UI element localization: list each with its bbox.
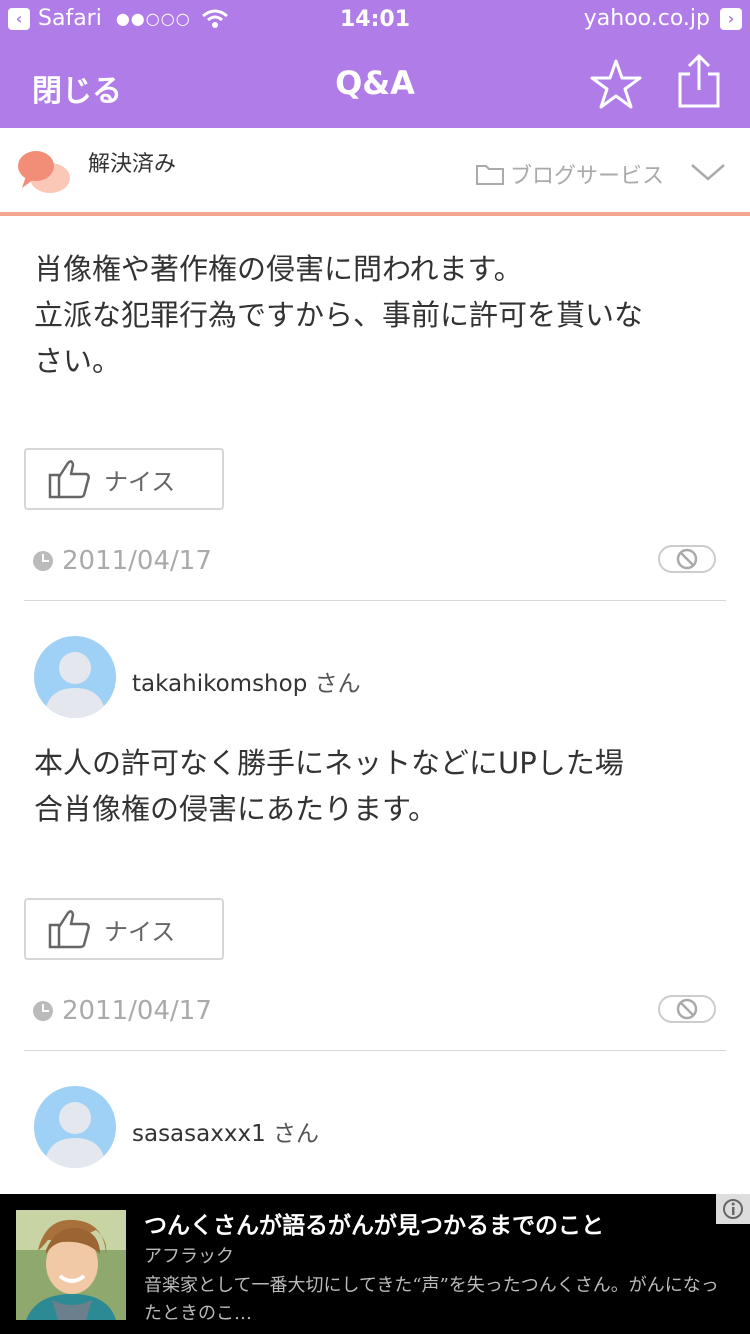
info-icon	[723, 1199, 743, 1219]
domain-label[interactable]: yahoo.co.jp	[584, 6, 710, 31]
avatar[interactable]	[34, 1086, 116, 1168]
default-user-icon	[34, 1086, 116, 1168]
folder-icon	[476, 165, 504, 185]
close-button[interactable]: 閉じる	[32, 66, 122, 110]
answer-line: さい。	[34, 344, 122, 378]
answer-date: 2011/04/17	[32, 996, 212, 1026]
chevron-down-icon[interactable]	[690, 162, 726, 182]
answer-text: 肖像権や著作権の侵害に問われます。 立派な犯罪行為ですから、事前に許可を貰いな …	[34, 246, 714, 384]
user-name[interactable]: takahikomshop さん	[132, 664, 361, 698]
status-right: yahoo.co.jp ›	[584, 6, 742, 31]
answer-line: 本人の許可なく勝手にネットなどにUPした場	[34, 746, 624, 780]
share-icon[interactable]	[676, 54, 722, 110]
avatar[interactable]	[34, 636, 116, 718]
block-icon	[676, 998, 698, 1020]
forward-icon[interactable]: ›	[720, 7, 742, 30]
answer-date: 2011/04/17	[32, 546, 212, 576]
answer-line: 合肖像権の侵害にあたります。	[34, 792, 438, 826]
answer-line: 立派な犯罪行為ですから、事前に許可を貰いな	[34, 298, 644, 332]
honorific-label: さん	[273, 1121, 320, 1147]
nice-label: ナイス	[104, 467, 176, 496]
report-button[interactable]	[658, 995, 716, 1023]
report-button[interactable]	[658, 545, 716, 573]
nice-button[interactable]: ナイス	[24, 448, 224, 510]
ad-sponsor: アフラック	[144, 1246, 234, 1267]
username-label[interactable]: takahikomshop	[132, 671, 307, 697]
honorific-label: さん	[314, 671, 361, 697]
nice-button[interactable]: ナイス	[24, 898, 224, 960]
category-label[interactable]: ブログサービス	[510, 158, 664, 190]
category-breadcrumb[interactable]: ブログサービス	[476, 158, 664, 190]
user-name[interactable]: sasasaxxx1 さん	[132, 1114, 319, 1148]
ad-title[interactable]: つんくさんが語るがんが見つかるまでのこと	[144, 1206, 604, 1240]
ad-description: 音楽家として一番大切にしてきた“声”を失ったつんくさん。がんになったときのこ…	[144, 1275, 719, 1324]
resolved-status: 解決済み	[88, 152, 177, 177]
question-header: 解決済み ブログサービス	[0, 128, 750, 216]
nav-bar: 閉じる Q&A	[0, 40, 750, 128]
thumbs-up-icon	[48, 460, 90, 499]
nice-label: ナイス	[104, 917, 176, 946]
answer-text: 本人の許可なく勝手にネットなどにUPした場 合肖像権の侵害にあたります。	[34, 740, 714, 832]
date-label: 2011/04/17	[62, 996, 212, 1026]
divider	[24, 1050, 726, 1051]
person-photo-icon	[16, 1210, 126, 1320]
star-icon[interactable]	[590, 58, 642, 110]
date-label: 2011/04/17	[62, 546, 212, 576]
block-icon	[676, 548, 698, 570]
ad-info-icon[interactable]	[716, 1194, 750, 1224]
answer-line: 肖像権や著作権の侵害に問われます。	[34, 252, 523, 286]
username-label[interactable]: sasasaxxx1	[132, 1121, 266, 1147]
status-bar: ‹ Safari ●●○○○ 14:01 yahoo.co.jp ›	[0, 0, 750, 40]
ad-image[interactable]	[16, 1210, 126, 1320]
default-user-icon	[34, 636, 116, 718]
ad-banner[interactable]: つんくさんが語るがんが見つかるまでのこと アフラック 音楽家として一番大切にして…	[0, 1194, 750, 1334]
divider	[24, 600, 726, 601]
chat-bubbles-icon	[18, 151, 70, 193]
clock-icon	[33, 551, 53, 571]
thumbs-up-icon	[48, 910, 90, 949]
clock-icon	[33, 1001, 53, 1021]
